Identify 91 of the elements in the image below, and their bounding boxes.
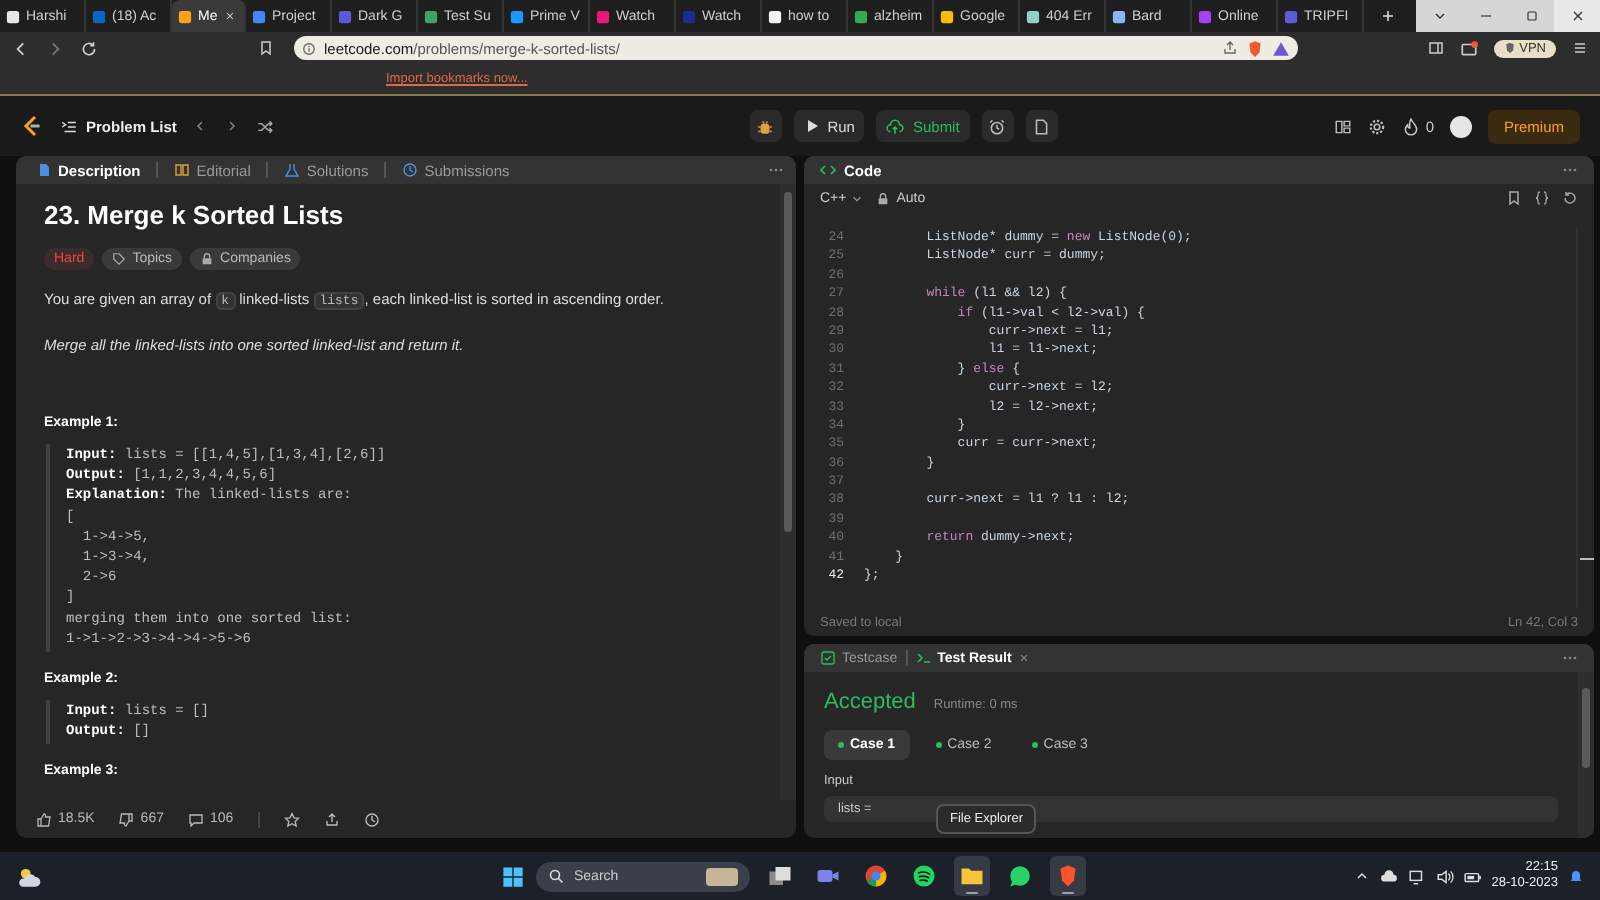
share-icon[interactable] [1222, 40, 1238, 56]
bookmark-icon[interactable] [258, 40, 274, 56]
thumbs-down-icon [118, 811, 135, 827]
site-info-icon[interactable] [302, 41, 316, 55]
verdict: Accepted [824, 690, 916, 714]
bookmark-icon[interactable] [1506, 190, 1522, 206]
play-icon [803, 118, 820, 134]
debug-button[interactable] [749, 110, 782, 142]
braces-icon[interactable] [1534, 190, 1550, 206]
description-icon [36, 162, 52, 178]
flame-icon [1401, 117, 1420, 135]
code-icon [820, 162, 836, 178]
spotify-icon [912, 864, 936, 888]
flask-icon [284, 162, 301, 178]
comment-icon [187, 811, 204, 827]
site-icon [768, 9, 782, 23]
site-icon [854, 9, 868, 23]
battery-icon[interactable] [1463, 867, 1482, 885]
code-logo-icon[interactable] [20, 114, 44, 138]
search-icon [548, 868, 564, 884]
reset-icon[interactable] [1562, 190, 1578, 206]
terminal-icon [915, 650, 932, 666]
problem-title: 23. Merge k Sorted Lists [44, 200, 346, 230]
volume-icon[interactable] [1435, 867, 1454, 885]
scrollbar[interactable] [780, 184, 796, 800]
menu-icon[interactable] [1572, 40, 1588, 56]
scrollbar[interactable] [1578, 672, 1594, 838]
task-view-icon [768, 864, 792, 888]
weather-icon[interactable] [16, 863, 42, 889]
shield-icon [1503, 42, 1516, 54]
checkbox-icon [820, 650, 836, 666]
site-icon [178, 9, 192, 23]
chevron-up-icon[interactable] [1353, 868, 1370, 884]
video-camera-icon [816, 864, 840, 888]
notification-bell-icon[interactable] [1568, 868, 1584, 884]
maximize-button[interactable] [1508, 0, 1554, 32]
site-icon [596, 9, 610, 23]
list-icon [60, 117, 78, 135]
network-icon[interactable] [1407, 867, 1426, 885]
bug-icon [756, 117, 775, 135]
layout-icon[interactable] [1333, 117, 1352, 135]
avatar[interactable] [1449, 115, 1472, 137]
triangle-icon[interactable] [1272, 39, 1290, 57]
star-icon[interactable] [283, 811, 300, 827]
scrollbar[interactable] [1576, 228, 1594, 608]
settings-icon[interactable] [1367, 117, 1386, 135]
site-icon [1198, 9, 1212, 23]
lion-shield-icon [1056, 864, 1080, 888]
clock-icon [402, 162, 419, 178]
site-icon [1112, 9, 1126, 23]
chrome-icon [864, 864, 888, 888]
site-icon [940, 9, 954, 23]
close-icon[interactable] [1569, 8, 1585, 24]
site-icon [6, 9, 20, 23]
folder-icon [960, 864, 984, 888]
cloud-upload-icon [886, 117, 905, 135]
timer-button[interactable] [981, 110, 1014, 142]
tag-icon [112, 252, 127, 266]
site-icon [510, 9, 524, 23]
lock-icon [200, 252, 215, 266]
new-tab-icon[interactable] [1380, 8, 1396, 24]
reload-icon[interactable] [80, 39, 98, 57]
chat-bubble-icon [1008, 864, 1032, 888]
search-highlight-picture [706, 867, 738, 885]
clock-icon[interactable] [363, 811, 380, 827]
cloud-icon[interactable] [1379, 867, 1398, 885]
running-indicator [966, 891, 978, 894]
thumbs-up-icon [36, 811, 52, 827]
site-icon [1284, 9, 1298, 23]
site-icon [1026, 9, 1040, 23]
notes-button[interactable] [1025, 110, 1058, 142]
alarm-icon [988, 117, 1007, 135]
site-icon [338, 9, 352, 23]
chevron-down-icon [850, 191, 865, 205]
sidebar-icon[interactable] [1427, 40, 1444, 56]
windows-start-icon[interactable] [502, 865, 524, 887]
site-icon [252, 9, 266, 23]
shuffle-icon[interactable] [256, 117, 275, 135]
lock-icon [876, 191, 891, 205]
share-icon[interactable] [323, 811, 340, 827]
maximize-icon[interactable] [1523, 8, 1539, 24]
site-icon [92, 9, 106, 23]
book-icon [174, 162, 191, 178]
site-icon [682, 9, 696, 23]
wallet-icon[interactable] [1459, 39, 1478, 57]
lion-shield-icon[interactable] [1246, 39, 1264, 57]
tab-search-icon[interactable] [1431, 8, 1447, 24]
note-icon [1032, 117, 1051, 135]
running-indicator [1062, 891, 1074, 894]
taskbar-app[interactable] [954, 856, 990, 896]
site-icon [424, 9, 438, 23]
